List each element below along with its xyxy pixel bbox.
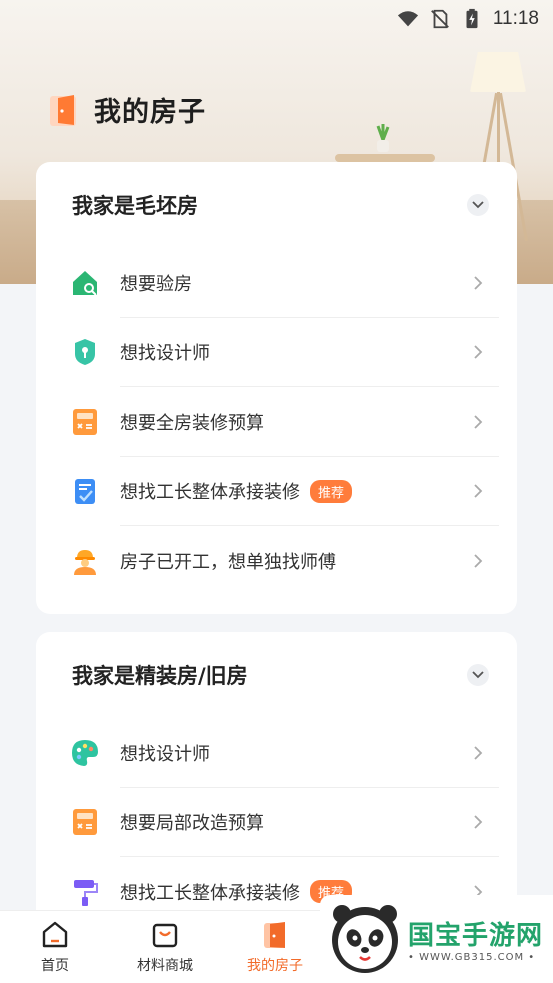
tab-label: 首页 — [41, 958, 69, 974]
tab-my-house[interactable]: 我的房子 — [220, 911, 330, 983]
no-sim-icon — [430, 9, 449, 29]
list-item-designer[interactable]: 想找设计师 — [36, 318, 517, 388]
collapse-button[interactable] — [467, 194, 489, 216]
chevron-right-icon — [474, 815, 483, 829]
card-title: 我家是精装房/旧房 — [72, 664, 248, 688]
watermark-text: 国宝手游网 • WWW.GB315.COM • — [408, 915, 543, 963]
plant-icon — [376, 124, 390, 152]
page-header: 我的房子 — [46, 90, 206, 129]
battery-charging-icon — [466, 8, 478, 29]
chevron-right-icon — [474, 415, 483, 429]
list-item-partial-budget[interactable]: 想要局部改造预算 — [36, 788, 517, 858]
lamp-shade — [470, 52, 526, 92]
card-header[interactable]: 我家是精装房/旧房 — [36, 632, 517, 718]
list-item-budget[interactable]: 想要全房装修预算 — [36, 387, 517, 457]
item-label: 房子已开工，想单独找师傅 — [120, 551, 336, 573]
list-item-worker[interactable]: 房子已开工，想单独找师傅 — [36, 526, 517, 596]
chevron-down-icon — [472, 201, 484, 209]
watermark-brand: 国宝手游网 — [408, 921, 544, 951]
panda-logo-icon — [332, 905, 398, 973]
tab-home[interactable]: 首页 — [0, 911, 110, 983]
tab-label: 材料商城 — [137, 958, 193, 974]
paint-roller-icon — [70, 877, 100, 907]
watermark-url: • WWW.GB315.COM • — [408, 952, 536, 963]
door-icon — [264, 922, 285, 948]
list-item-designer[interactable]: 想找设计师 — [36, 718, 517, 788]
hero-table — [335, 154, 435, 162]
item-label: 想要全房装修预算 — [120, 412, 264, 434]
watermark: 国宝手游网 • WWW.GB315.COM • — [320, 895, 553, 983]
recommend-badge: 推荐 — [310, 479, 353, 503]
list-item-foreman[interactable]: 想找工长整体承接装修 推荐 — [36, 457, 517, 527]
chevron-right-icon — [474, 345, 483, 359]
card-title: 我家是毛坯房 — [72, 194, 198, 218]
chevron-right-icon — [474, 484, 483, 498]
tab-label: 我的房子 — [247, 958, 303, 974]
house-search-icon — [70, 268, 100, 298]
page-title: 我的房子 — [94, 97, 206, 128]
item-label: 想找设计师 — [120, 343, 210, 365]
chevron-right-icon — [474, 554, 483, 568]
tab-shop[interactable]: 材料商城 — [110, 911, 220, 983]
item-label: 想找设计师 — [120, 743, 210, 765]
list-item-inspection[interactable]: 想要验房 — [36, 248, 517, 318]
clipboard-check-icon — [70, 476, 100, 506]
card-header[interactable]: 我家是毛坯房 — [36, 162, 517, 248]
calculator-icon — [70, 807, 100, 837]
card-furnished-house: 我家是精装房/旧房 想找设计师 想要局部改造预算 想找工长整体承接装修 推荐 — [36, 632, 517, 932]
shopping-bag-icon — [152, 923, 178, 948]
item-label: 想找工长整体承接装修 — [120, 882, 300, 904]
home-icon — [42, 921, 68, 948]
chevron-right-icon — [474, 746, 483, 760]
status-time: 11:18 — [492, 8, 539, 29]
chevron-right-icon — [474, 276, 483, 290]
palette-icon — [70, 738, 100, 768]
calculator-icon — [70, 407, 100, 437]
wifi-icon — [397, 11, 418, 27]
card-rough-house: 我家是毛坯房 想要验房 想找设计师 想要全房装修预算 想找工长整体承接装修 推荐 — [36, 162, 517, 614]
worker-helmet-icon — [70, 546, 100, 576]
chevron-down-icon — [472, 671, 484, 679]
collapse-button[interactable] — [467, 664, 489, 686]
item-label: 想找工长整体承接装修 — [120, 482, 300, 504]
item-label: 想要验房 — [120, 273, 192, 295]
item-label: 想要局部改造预算 — [120, 813, 264, 835]
status-bar: 11:18 — [0, 0, 553, 38]
door-logo-icon — [50, 94, 76, 126]
designer-shield-icon — [70, 337, 100, 367]
